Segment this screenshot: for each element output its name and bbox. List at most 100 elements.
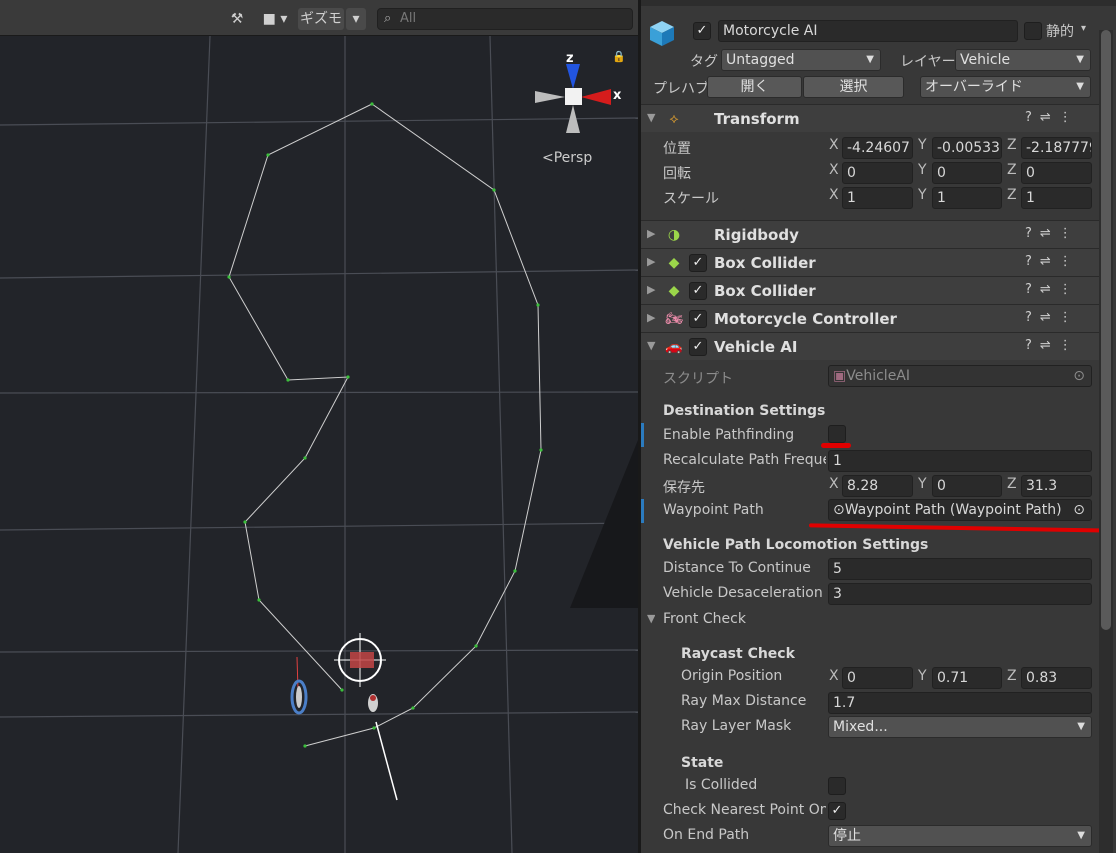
rotation-z-field[interactable]: 0 <box>1021 162 1092 184</box>
enable-pathfinding-checkbox[interactable] <box>828 425 846 443</box>
gizmo-button[interactable]: ギズモ <box>298 8 344 30</box>
component-tools-icons[interactable]: ?⇌⋮ <box>1025 310 1080 325</box>
search-icon: ⌕ <box>384 11 392 26</box>
position-z-field[interactable]: -2.187779 <box>1021 137 1092 159</box>
tools-icon[interactable]: ⚒ <box>226 8 248 30</box>
scene-canvas[interactable]: x z <box>0 0 638 853</box>
component-tools-icons[interactable]: ?⇌⋮ <box>1025 226 1080 241</box>
scale-x-field[interactable]: 1 <box>842 187 913 209</box>
lock-icon[interactable]: 🔒 <box>612 50 626 63</box>
check-nearest-point-checkbox[interactable]: ✓ <box>828 802 846 820</box>
box-collider-icon: ◆ <box>668 283 680 299</box>
front-check-arrow-icon[interactable]: ▼ <box>647 612 655 625</box>
ray-layer-mask-dropdown[interactable]: Mixed... ▼ <box>828 716 1092 738</box>
overrides-dropdown[interactable]: オーバーライド ▼ <box>920 76 1091 98</box>
box-collider-icon: ◆ <box>668 255 680 271</box>
script-label: スクリプト <box>663 371 733 387</box>
waypoint-path-field[interactable]: ⊙Waypoint Path (Waypoint Path) ⊙ <box>828 499 1092 521</box>
layer-label: レイヤー <box>900 54 956 70</box>
front-check-foldout[interactable]: Front Check <box>663 611 746 627</box>
axis-z: Z <box>1007 137 1017 153</box>
component-tools-icons[interactable]: ?⇌⋮ <box>1025 110 1080 125</box>
axis-x: X <box>829 162 839 178</box>
inspector-panel: ✓ Motorcycle AI 静的 ▾ タグ Untagged ▼ レイヤー V… <box>641 0 1116 853</box>
axis-z: Z <box>1007 162 1017 178</box>
origin-y-field[interactable]: 0.71 <box>932 667 1002 689</box>
static-label[interactable]: 静的 <box>1046 21 1074 41</box>
motorcycle-controller-enabled-checkbox[interactable]: ✓ <box>689 310 707 328</box>
component-tools-icons[interactable]: ?⇌⋮ <box>1025 282 1080 297</box>
motorcycle-controller-header[interactable]: ▶ 🏍 ✓ Motorcycle Controller ?⇌⋮ <box>641 304 1099 332</box>
origin-z-field[interactable]: 0.83 <box>1021 667 1092 689</box>
tag-dropdown[interactable]: Untagged ▼ <box>721 49 881 71</box>
expand-arrow-icon[interactable]: ▶ <box>647 255 655 268</box>
vehicle-ai-header[interactable]: ▼ 🚗 ✓ Vehicle AI ?⇌⋮ <box>641 332 1099 360</box>
camera-icon: ■ <box>262 11 276 27</box>
saved-y-field[interactable]: 0 <box>932 475 1002 497</box>
recalculate-path-field[interactable]: 1 <box>828 450 1092 472</box>
prefab-open-button[interactable]: 開く <box>707 76 802 98</box>
axis-x-label: x <box>613 88 622 103</box>
distance-to-continue-field[interactable]: 5 <box>828 558 1092 580</box>
collapse-arrow-icon[interactable]: ▼ <box>647 111 655 124</box>
scale-z-field[interactable]: 1 <box>1021 187 1092 209</box>
rotation-x-field[interactable]: 0 <box>842 162 913 184</box>
scrollbar-thumb[interactable] <box>1101 30 1111 630</box>
box-collider-title: Box Collider <box>714 254 816 272</box>
layer-dropdown[interactable]: Vehicle ▼ <box>955 49 1091 71</box>
red-annotation-mark <box>821 443 851 448</box>
gizmo-dropdown-arrow[interactable]: ▾ <box>346 8 366 30</box>
component-tools-icons[interactable]: ?⇌⋮ <box>1025 254 1080 269</box>
prefab-select-button[interactable]: 選択 <box>803 76 904 98</box>
script-field: ▣VehicleAI ⊙ <box>828 365 1092 387</box>
box-collider-title: Box Collider <box>714 282 816 300</box>
script-icon: ▣ <box>833 368 847 384</box>
position-y-field[interactable]: -0.00533 <box>932 137 1002 159</box>
axis-y: Y <box>918 476 927 492</box>
box-collider-enabled-checkbox[interactable]: ✓ <box>689 254 707 272</box>
is-collided-checkbox[interactable] <box>828 777 846 795</box>
ray-max-distance-label: Ray Max Distance <box>681 693 807 709</box>
saved-x-field[interactable]: 8.28 <box>842 475 913 497</box>
is-collided-label: Is Collided <box>685 777 758 793</box>
saved-z-field[interactable]: 31.3 <box>1021 475 1092 497</box>
rigidbody-title: Rigidbody <box>714 226 799 244</box>
expand-arrow-icon[interactable]: ▶ <box>647 227 655 240</box>
box-collider-enabled-checkbox[interactable]: ✓ <box>689 282 707 300</box>
vehicle-deceleration-field[interactable]: 3 <box>828 583 1092 605</box>
component-tools-icons[interactable]: ?⇌⋮ <box>1025 338 1080 353</box>
box-collider-header[interactable]: ▶ ◆ ✓ Box Collider ?⇌⋮ <box>641 276 1099 304</box>
override-marker <box>641 423 644 447</box>
position-x-field[interactable]: -4.24607 <box>842 137 913 159</box>
saved-destination-label: 保存先 <box>663 480 705 496</box>
scene-view[interactable]: x z ⚒ ■ ▾ ギズモ ▾ ⌕ All 🔒 <Persp <box>0 0 638 853</box>
on-end-path-dropdown[interactable]: 停止 ▼ <box>828 825 1092 847</box>
scale-y-field[interactable]: 1 <box>932 187 1002 209</box>
locomotion-settings-header: Vehicle Path Locomotion Settings <box>663 537 929 553</box>
expand-arrow-icon[interactable]: ▶ <box>647 311 655 324</box>
axis-x: X <box>829 187 839 203</box>
object-picker-icon: ⊙ <box>1073 368 1085 384</box>
search-placeholder: All <box>400 11 417 26</box>
collapse-arrow-icon[interactable]: ▼ <box>647 339 655 352</box>
ray-max-distance-field[interactable]: 1.7 <box>828 692 1092 714</box>
transform-header[interactable]: ▼ ⟡ Transform ?⇌⋮ <box>641 104 1099 132</box>
object-name-field[interactable]: Motorcycle AI <box>718 20 1018 42</box>
inspector-scrollbar[interactable] <box>1099 30 1113 853</box>
vehicle-ai-enabled-checkbox[interactable]: ✓ <box>689 338 707 356</box>
static-dropdown-arrow[interactable]: ▾ <box>1081 23 1086 34</box>
active-checkbox[interactable]: ✓ <box>693 22 711 40</box>
camera-dropdown[interactable]: ■ ▾ <box>256 8 294 30</box>
origin-x-field[interactable]: 0 <box>842 667 913 689</box>
override-marker <box>641 499 644 523</box>
rigidbody-header[interactable]: ▶ ◑ Rigidbody ?⇌⋮ <box>641 220 1099 248</box>
rigidbody-icon: ◑ <box>667 227 681 243</box>
box-collider-header[interactable]: ▶ ◆ ✓ Box Collider ?⇌⋮ <box>641 248 1099 276</box>
persp-label[interactable]: <Persp <box>542 150 592 166</box>
orientation-gizmo: x z <box>535 51 622 133</box>
scene-search-input[interactable]: ⌕ All <box>377 8 633 30</box>
rotation-y-field[interactable]: 0 <box>932 162 1002 184</box>
expand-arrow-icon[interactable]: ▶ <box>647 283 655 296</box>
on-end-path-label: On End Path <box>663 827 750 843</box>
static-checkbox[interactable] <box>1024 22 1042 40</box>
